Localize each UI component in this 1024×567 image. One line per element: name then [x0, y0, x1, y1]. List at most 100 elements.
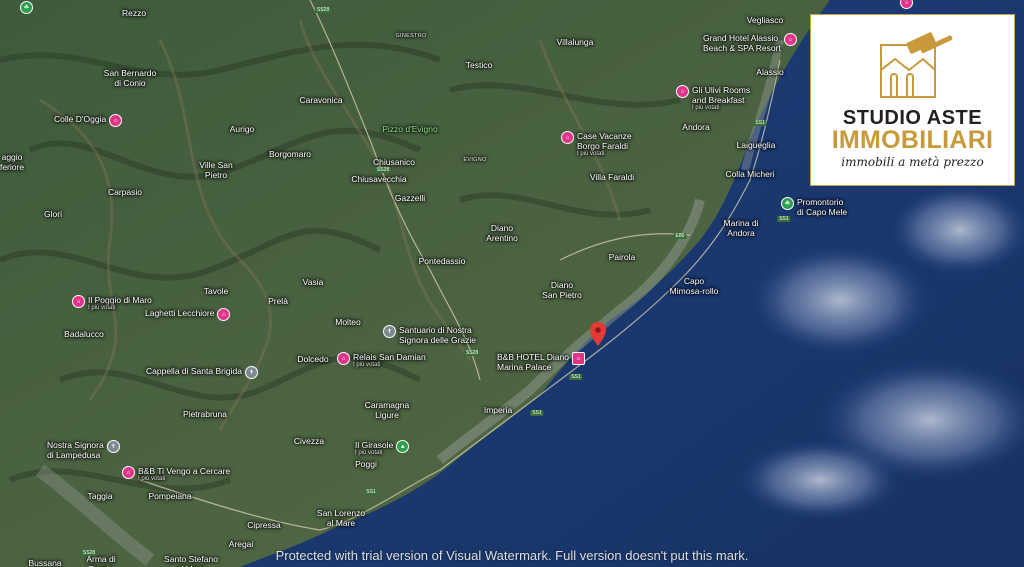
hotel-icon[interactable]: ⌂: [72, 295, 85, 308]
poi-name: Il Girasole: [355, 440, 394, 450]
road-shield-e80-a: E80: [673, 233, 687, 239]
place-label-taggia[interactable]: Taggia: [87, 491, 112, 501]
place-label-pietrabruna[interactable]: Pietrabruna: [183, 409, 227, 419]
poi-santuario[interactable]: ✝ Santuario di Nostra Signora delle Grazi…: [383, 325, 476, 345]
place-label-capo-mimosa[interactable]: Capo Mimosa-rollo: [670, 276, 719, 296]
road-shield-ss28-mid: SS28: [374, 167, 392, 173]
place-label-rezzo[interactable]: Rezzo: [122, 8, 146, 18]
poi-cappella[interactable]: ✝ Cappella di Santa Brigida: [146, 366, 258, 379]
poi-name: Promontorio di Capo Mele: [797, 197, 848, 217]
hotel-icon[interactable]: ⌂: [217, 308, 231, 321]
poi-name: Relais San Damian: [353, 352, 426, 362]
place-label-prela[interactable]: Prelà: [268, 296, 288, 306]
place-label-imperia[interactable]: Imperia: [484, 405, 512, 415]
road-shield-ss28-low: SS28: [463, 350, 481, 356]
place-label-colla-micheri[interactable]: Colla Micheri: [725, 169, 774, 179]
poi-name: Colle D'Oggia: [54, 114, 107, 124]
place-label-badalucco[interactable]: Badalucco: [64, 329, 104, 339]
poi-name: Case Vacanze Borgo Faraldi: [577, 131, 632, 151]
logo-line-2: IMMOBILIARI: [831, 126, 994, 154]
place-label-villalunga[interactable]: Villalunga: [557, 37, 594, 47]
place-label-ginestro[interactable]: GINESTRO: [395, 33, 426, 40]
place-label-glori[interactable]: Glori: [44, 209, 62, 219]
place-label-marina-andora[interactable]: Marina di Andora: [724, 218, 759, 238]
poi-rating: I più votati: [355, 450, 383, 456]
poi-laghetti[interactable]: ⌂ Laghetti Lecchiore: [145, 308, 231, 321]
poi-name: Santuario di Nostra Signora delle Grazie: [399, 325, 477, 345]
place-label-civezza[interactable]: Civezza: [294, 436, 324, 446]
place-label-molteo[interactable]: Molteo: [335, 317, 361, 327]
poi-grand-hotel-alassio[interactable]: ⌂ Grand Hotel Alassio Beach & SPA Resort: [703, 33, 797, 53]
place-label-poggi[interactable]: Poggi: [355, 459, 377, 469]
poi-top-right[interactable]: ⌂: [900, 0, 913, 9]
church-icon[interactable]: ✝: [106, 440, 120, 453]
place-label-pairola[interactable]: Pairola: [609, 252, 635, 262]
place-label-diano-san-pietro[interactable]: Diano San Pietro: [542, 280, 582, 300]
gavel-house-icon: [880, 32, 953, 98]
place-label-gaggio[interactable]: aggio feriore: [0, 152, 24, 172]
place-label-caravonica[interactable]: Caravonica: [300, 95, 343, 105]
place-label-carpasio[interactable]: Carpasio: [108, 187, 142, 197]
place-label-villa-faraldi[interactable]: Villa Faraldi: [590, 172, 634, 182]
park-icon[interactable]: ☘: [20, 1, 33, 14]
poi-nostra-signora[interactable]: ✝ Nostra Signora di Lampedusa: [47, 440, 120, 460]
place-label-pompeiana[interactable]: Pompeiana: [148, 491, 191, 501]
hotel-icon[interactable]: ⌂: [337, 352, 350, 365]
hotel-icon[interactable]: ⌂: [122, 466, 135, 479]
road-shield-ss28-top: SS28: [314, 7, 332, 13]
poi-top-left[interactable]: ☘: [20, 1, 33, 14]
hotel-icon[interactable]: ⌂: [900, 0, 913, 9]
poi-gli-ulivi[interactable]: ⌂ Gli Ulivi Rooms and Breakfast I più vota…: [676, 85, 750, 112]
place-label-caramagna[interactable]: Caramagna Ligure: [365, 400, 409, 420]
place-label-evigno[interactable]: EVIGNO: [463, 157, 486, 164]
hotel-icon[interactable]: ⌂: [109, 114, 123, 127]
place-label-chiusanico[interactable]: Chiusanico: [373, 157, 415, 167]
logo-tagline: immobili a metà prezzo: [841, 155, 984, 169]
place-label-dolcedo[interactable]: Dolcedo: [297, 354, 328, 364]
location-pin-icon[interactable]: [590, 322, 606, 346]
park-icon[interactable]: ☘: [781, 197, 794, 210]
place-label-chiusavecchia[interactable]: Chiusavecchia: [351, 174, 406, 184]
hotel-icon[interactable]: ⌂: [783, 33, 797, 46]
poi-case-vacanze[interactable]: ⌂ Case Vacanze Borgo Faraldi I più votati: [561, 131, 632, 158]
poi-bnb-diano[interactable]: ⌂ B&B HOTEL Diano Marina Palace: [497, 352, 585, 372]
hotel-icon[interactable]: ⌂: [561, 131, 574, 144]
studio-aste-logo: STUDIO ASTE IMMOBILIARI immobili a metà …: [810, 14, 1015, 186]
satellite-map[interactable]: Rezzo San Bernardo di Conio Caravonica Auri…: [0, 0, 1024, 567]
place-label-pizzo-evigno[interactable]: Pizzo d'Evigno: [382, 124, 438, 134]
place-label-pontedassio[interactable]: Pontedassio: [419, 256, 466, 266]
place-label-vasia[interactable]: Vasia: [303, 277, 324, 287]
church-icon[interactable]: ✝: [383, 325, 396, 338]
place-label-tavole[interactable]: Tavole: [204, 286, 229, 296]
place-label-testico[interactable]: Testico: [466, 60, 492, 70]
place-label-diano-arentino[interactable]: Diano Arentino: [486, 223, 518, 243]
poi-name: Nostra Signora di Lampedusa: [47, 440, 104, 460]
hotel-icon[interactable]: ⌂: [571, 352, 585, 365]
poi-capo-mele[interactable]: ☘ Promontorio di Capo Mele: [781, 197, 847, 217]
poi-colle-oggia[interactable]: ⌂ Colle D'Oggia: [54, 114, 123, 127]
poi-bnb-ti-vengo[interactable]: ⌂ B&B Ti Vengo a Cercare I più votati: [122, 466, 230, 483]
place-label-cipressa[interactable]: Cipressa: [247, 520, 281, 530]
church-icon[interactable]: ✝: [244, 366, 258, 379]
road-shield-ss1-c: SS1: [364, 489, 378, 495]
place-label-san-bernardo[interactable]: San Bernardo di Conio: [104, 68, 156, 88]
place-label-aurigo[interactable]: Aurigo: [230, 124, 255, 134]
camp-icon[interactable]: ▲: [396, 440, 410, 453]
poi-il-poggio[interactable]: ⌂ Il Poggio di Maro I più votati: [72, 295, 152, 312]
road-shield-ss1-a: SS1: [569, 374, 583, 380]
poi-relais[interactable]: ⌂ Relais San Damian I più votati: [337, 352, 426, 369]
poi-il-girasole[interactable]: ▲ Il Girasole I più votati: [355, 440, 410, 457]
place-label-san-lorenzo[interactable]: San Lorenzo al Mare: [317, 508, 365, 528]
place-label-laigueglia[interactable]: Laigueglia: [737, 140, 776, 150]
place-label-borgomaro[interactable]: Borgomaro: [269, 149, 311, 159]
poi-rating: I più votati: [353, 362, 381, 368]
poi-name: Cappella di Santa Brigida: [146, 366, 242, 376]
hotel-icon[interactable]: ⌂: [676, 85, 689, 98]
place-label-vegliasco[interactable]: Vegliasco: [747, 15, 783, 25]
place-label-ville-san-pietro[interactable]: Ville San Pietro: [199, 160, 232, 180]
poi-name: Gli Ulivi Rooms and Breakfast: [692, 85, 751, 105]
place-label-alassio[interactable]: Alassio: [756, 67, 783, 77]
place-label-gazzelli[interactable]: Gazzelli: [395, 193, 425, 203]
road-shield-ss1-b: SS1: [530, 410, 544, 416]
place-label-andora[interactable]: Andora: [682, 122, 709, 132]
